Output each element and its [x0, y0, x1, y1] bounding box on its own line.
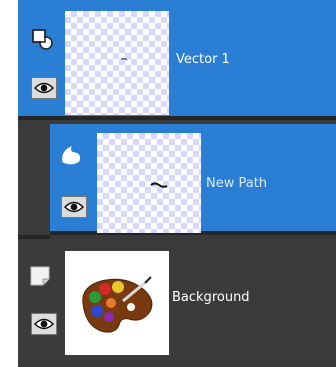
layer-name: Background	[172, 290, 250, 305]
vector-layer-icon	[31, 28, 55, 52]
layer-thumbnail	[65, 251, 169, 355]
eye-icon	[34, 82, 54, 94]
raster-layer-icon	[28, 264, 52, 288]
eye-icon	[34, 318, 54, 330]
layer-thumbnail	[65, 11, 169, 115]
layer-row-new-path[interactable]: New Path	[50, 124, 336, 235]
path-icon	[59, 144, 83, 168]
layers-panel: Vector 1 New Path Background	[18, 0, 336, 367]
eye-icon	[64, 201, 84, 213]
visibility-toggle[interactable]	[31, 313, 57, 335]
layer-indent	[18, 124, 50, 239]
layer-name: New Path	[206, 176, 268, 191]
visibility-toggle[interactable]	[31, 77, 57, 99]
palette-icon	[82, 276, 153, 333]
layer-row-vector-1[interactable]: Vector 1	[18, 0, 336, 120]
layer-row-background[interactable]: Background	[18, 239, 336, 360]
visibility-toggle[interactable]	[61, 196, 87, 218]
layer-name: Vector 1	[176, 52, 230, 67]
layer-thumbnail	[97, 133, 201, 233]
